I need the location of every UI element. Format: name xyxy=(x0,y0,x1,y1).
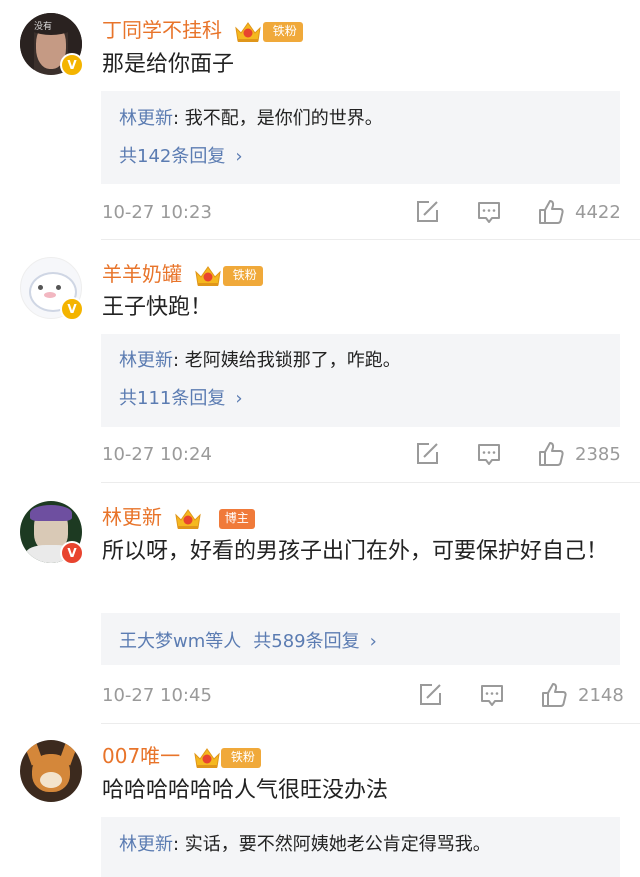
like-icon[interactable] xyxy=(537,198,565,226)
reply-separator: : xyxy=(173,834,185,855)
comment-meta: 10-27 10:45 2148 xyxy=(0,681,640,711)
reply-preview[interactable]: 林更新: 我不配，是你们的世界。 共142条回复 › xyxy=(101,91,620,184)
comment-text: 王子快跑！ xyxy=(102,295,213,320)
view-replies-link[interactable]: 王大梦wm等人 共589条回复 › xyxy=(119,627,377,653)
reply-count: 共589条回复 xyxy=(253,631,360,652)
avatar[interactable]: V xyxy=(20,257,84,321)
username-row: 丁同学不挂科 铁粉 xyxy=(102,14,303,44)
comment-text: 哈哈哈哈哈哈人气很旺没办法 xyxy=(102,778,389,803)
view-replies-link[interactable]: 共142条回复 › xyxy=(119,142,243,168)
comment-text: 所以呀，好看的男孩子出门在外，可要保护好自己！ xyxy=(102,539,609,564)
username[interactable]: 007唯一 xyxy=(102,744,180,768)
fan-badge: 铁粉 xyxy=(220,747,261,768)
username[interactable]: 羊羊奶罐 xyxy=(102,262,182,286)
reply-preview[interactable]: 林更新: 实话，要不然阿姨她老公肯定得骂我。 xyxy=(101,817,620,877)
username[interactable]: 林更新 xyxy=(102,505,162,529)
like-icon[interactable] xyxy=(537,440,565,468)
edit-icon[interactable] xyxy=(413,198,441,226)
reply-text: 我不配，是你们的世界。 xyxy=(184,108,383,129)
fan-badge: 铁粉 xyxy=(262,21,303,42)
reply-separator: : xyxy=(173,108,185,129)
crown-icon xyxy=(194,264,222,288)
crown-icon xyxy=(174,507,202,531)
comment-icon[interactable] xyxy=(478,681,506,709)
like-count: 2148 xyxy=(578,685,624,706)
reply-line: 林更新: 我不配，是你们的世界。 xyxy=(119,104,383,130)
avatar[interactable] xyxy=(20,740,82,802)
edit-icon[interactable] xyxy=(413,440,441,468)
comment-meta: 10-27 10:24 2385 xyxy=(0,440,640,470)
comment-item: 没有 V 丁同学不挂科 铁粉 那是给你面子 林更新: 我不配，是你们的世界。 共… xyxy=(0,0,640,240)
comment-icon[interactable] xyxy=(475,198,503,226)
timestamp: 10-27 10:45 xyxy=(102,685,212,706)
username-row: 007唯一 铁粉 xyxy=(102,740,261,770)
verified-icon: V xyxy=(60,541,84,565)
comment-text: 那是给你面子 xyxy=(102,52,235,77)
comment-item: V 林更新 博主 所以呀，好看的男孩子出门在外，可要保护好自己！ 王大梦wm等人… xyxy=(0,483,640,724)
like-count: 2385 xyxy=(575,444,621,465)
avatar[interactable]: 没有 V xyxy=(20,13,84,77)
timestamp: 10-27 10:23 xyxy=(102,202,212,223)
view-replies-link[interactable]: 共111条回复 › xyxy=(119,384,243,410)
chevron-right-icon: › xyxy=(235,146,243,167)
edit-icon[interactable] xyxy=(416,681,444,709)
comment-item: 007唯一 铁粉 哈哈哈哈哈哈人气很旺没办法 林更新: 实话，要不然阿姨她老公肯… xyxy=(0,724,640,877)
username-row: 羊羊奶罐 铁粉 xyxy=(102,258,263,288)
comment-item: V 羊羊奶罐 铁粉 王子快跑！ 林更新: 老阿姨给我锁那了，咋跑。 共111条回… xyxy=(0,240,640,483)
reply-author[interactable]: 林更新 xyxy=(119,108,173,129)
avatar[interactable]: V xyxy=(20,501,84,565)
reply-author[interactable]: 林更新 xyxy=(119,834,173,855)
reply-line: 林更新: 老阿姨给我锁那了，咋跑。 xyxy=(119,346,401,372)
reply-line: 林更新: 实话，要不然阿姨她老公肯定得骂我。 xyxy=(119,830,491,856)
crown-icon xyxy=(193,746,221,770)
username-row: 林更新 博主 xyxy=(102,501,255,531)
crown-icon xyxy=(234,20,262,44)
like-icon[interactable] xyxy=(540,681,568,709)
comment-meta: 10-27 10:23 4422 xyxy=(0,198,640,228)
avatar-caption: 没有 xyxy=(34,22,53,32)
reply-separator: : xyxy=(173,350,185,371)
chevron-right-icon: › xyxy=(369,631,377,652)
chevron-right-icon: › xyxy=(235,388,243,409)
reply-text: 老阿姨给我锁那了，咋跑。 xyxy=(184,350,401,371)
reply-users[interactable]: 王大梦wm等人 xyxy=(119,631,241,652)
username[interactable]: 丁同学不挂科 xyxy=(102,18,222,42)
reply-author[interactable]: 林更新 xyxy=(119,350,173,371)
like-count: 4422 xyxy=(575,202,621,223)
reply-preview[interactable]: 林更新: 老阿姨给我锁那了，咋跑。 共111条回复 › xyxy=(101,334,620,427)
comment-icon[interactable] xyxy=(475,440,503,468)
verified-icon: V xyxy=(60,53,84,77)
reply-count: 共142条回复 xyxy=(119,146,226,167)
reply-preview[interactable]: 王大梦wm等人 共589条回复 › xyxy=(101,613,620,665)
verified-icon: V xyxy=(60,297,84,321)
blogger-badge: 博主 xyxy=(218,508,255,529)
reply-text: 实话，要不然阿姨她老公肯定得骂我。 xyxy=(184,834,491,855)
timestamp: 10-27 10:24 xyxy=(102,444,212,465)
fan-badge: 铁粉 xyxy=(222,265,263,286)
reply-count: 共111条回复 xyxy=(119,388,226,409)
